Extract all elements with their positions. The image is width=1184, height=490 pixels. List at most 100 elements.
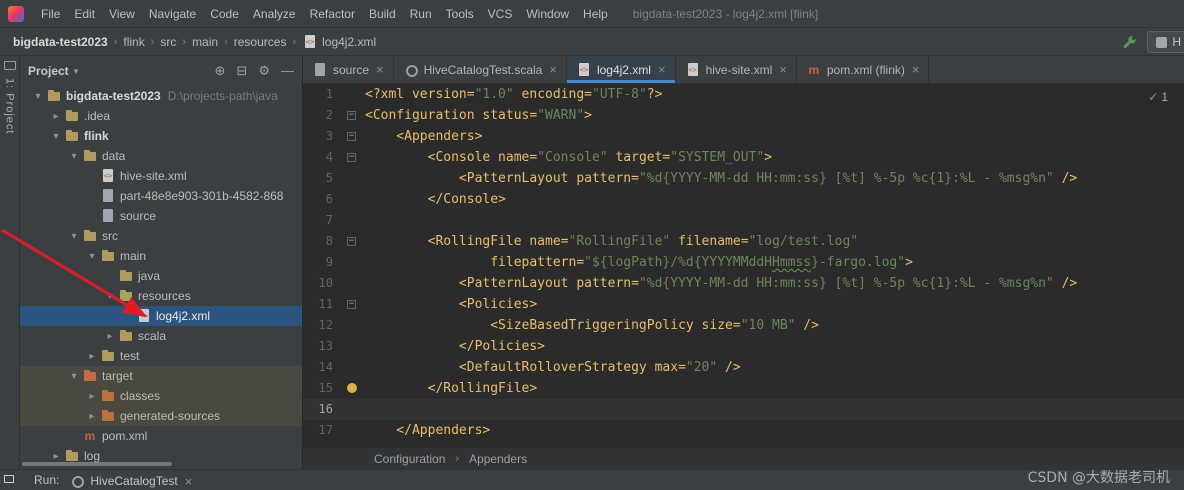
- code-line-9[interactable]: 9 filepattern="${logPath}/%d{YYYYMMddHHm…: [303, 252, 1184, 273]
- build-wrench-icon[interactable]: [1122, 35, 1137, 50]
- menu-refactor[interactable]: Refactor: [303, 4, 362, 24]
- chevron-right-icon[interactable]: ▸: [84, 351, 100, 362]
- menu-tools[interactable]: Tools: [439, 4, 481, 24]
- chevron-down-icon[interactable]: ▾: [48, 131, 64, 142]
- close-icon[interactable]: ×: [376, 62, 384, 77]
- close-icon[interactable]: ×: [912, 62, 920, 77]
- tree-item-classes[interactable]: ▸ classes: [20, 386, 302, 406]
- breadcrumb-item-bigdata-test2023[interactable]: bigdata-test2023: [10, 33, 111, 51]
- code-line-7[interactable]: 7: [303, 210, 1184, 231]
- chevron-down-icon[interactable]: ▾: [84, 251, 100, 262]
- toolwindow-label-project[interactable]: 1: Project: [4, 78, 16, 134]
- intention-bulb-icon[interactable]: [347, 383, 357, 393]
- tree-item-part-48e8e903-301b-4582-868[interactable]: part-48e8e903-301b-4582-868: [20, 186, 302, 206]
- code-line-4[interactable]: 4 − <Console name="Console" target="SYSTE…: [303, 147, 1184, 168]
- code-line-6[interactable]: 6 </Console>: [303, 189, 1184, 210]
- tree-item-test[interactable]: ▸ test: [20, 346, 302, 366]
- inspection-widget[interactable]: ✓ 1: [1148, 90, 1168, 104]
- run-tab[interactable]: HiveCatalogTest ×: [69, 473, 192, 489]
- breadcrumb-item-resources[interactable]: resources: [231, 33, 290, 51]
- chevron-down-icon[interactable]: ▾: [30, 91, 46, 102]
- horizontal-scrollbar[interactable]: [22, 462, 172, 466]
- fold-icon[interactable]: −: [347, 237, 356, 246]
- close-icon[interactable]: ×: [549, 62, 557, 77]
- tab-HiveCatalogTest.scala[interactable]: HiveCatalogTest.scala ×: [394, 56, 567, 83]
- chevron-down-icon[interactable]: ▾: [66, 371, 82, 382]
- settings-icon[interactable]: ⚙: [258, 63, 270, 79]
- tree-item-data[interactable]: ▾ data: [20, 146, 302, 166]
- editor-breadcrumb-Appenders[interactable]: Appenders: [466, 452, 530, 466]
- tree-item-source[interactable]: source: [20, 206, 302, 226]
- code-line-1[interactable]: 1 <?xml version="1.0" encoding="UTF-8"?>: [303, 84, 1184, 105]
- tree-item-pom.xml[interactable]: m pom.xml: [20, 426, 302, 446]
- chevron-down-icon[interactable]: ▾: [66, 231, 82, 242]
- code-line-10[interactable]: 10 <PatternLayout pattern="%d{YYYY-MM-dd…: [303, 273, 1184, 294]
- breadcrumb-item-flink[interactable]: flink: [120, 33, 147, 51]
- menu-code[interactable]: Code: [203, 4, 246, 24]
- menu-analyze[interactable]: Analyze: [246, 4, 303, 24]
- hide-icon[interactable]: —: [281, 63, 294, 79]
- code-line-12[interactable]: 12 <SizeBasedTriggeringPolicy size="10 M…: [303, 315, 1184, 336]
- menu-vcs[interactable]: VCS: [481, 4, 520, 24]
- code-line-2[interactable]: 2 − <Configuration status="WARN">: [303, 105, 1184, 126]
- chevron-right-icon[interactable]: ▸: [84, 391, 100, 402]
- collapse-all-icon[interactable]: ⊟: [236, 63, 247, 79]
- menu-edit[interactable]: Edit: [67, 4, 102, 24]
- chevron-right-icon[interactable]: ▸: [48, 451, 64, 462]
- menu-file[interactable]: File: [34, 4, 67, 24]
- project-panel-title[interactable]: Project: [28, 64, 69, 78]
- code-line-17[interactable]: 17 </Appenders>: [303, 420, 1184, 441]
- tree-item-target[interactable]: ▾ target: [20, 366, 302, 386]
- editor-breadcrumb-Configuration[interactable]: Configuration: [371, 452, 448, 466]
- tree-item-scala[interactable]: ▸ scala: [20, 326, 302, 346]
- code-line-5[interactable]: 5 <PatternLayout pattern="%d{YYYY-MM-dd …: [303, 168, 1184, 189]
- fold-icon[interactable]: −: [347, 132, 356, 141]
- menu-navigate[interactable]: Navigate: [142, 4, 203, 24]
- tree-item-main[interactable]: ▾ main: [20, 246, 302, 266]
- chevron-right-icon[interactable]: ▸: [84, 411, 100, 422]
- editor-code[interactable]: 1 <?xml version="1.0" encoding="UTF-8"?> 2…: [303, 84, 1184, 447]
- chevron-right-icon[interactable]: ▸: [102, 331, 118, 342]
- breadcrumb-item-src[interactable]: src: [157, 33, 179, 51]
- tree-item-bigdata-test2023[interactable]: ▾ bigdata-test2023 D:\projects-path\java: [20, 86, 302, 106]
- chevron-right-icon[interactable]: ▸: [48, 111, 64, 122]
- tab-pom.xml (flink)[interactable]: m pom.xml (flink) ×: [797, 56, 930, 83]
- tab-log4j2.xml[interactable]: log4j2.xml ×: [566, 56, 676, 83]
- run-configuration-selector[interactable]: H: [1147, 31, 1184, 53]
- tree-item-flink[interactable]: ▾ flink: [20, 126, 302, 146]
- close-icon[interactable]: ×: [185, 474, 193, 489]
- tree-item-resources[interactable]: ▾ resources: [20, 286, 302, 306]
- code-line-13[interactable]: 13 </Policies>: [303, 336, 1184, 357]
- chevron-down-icon[interactable]: ▾: [102, 291, 118, 302]
- code-line-15[interactable]: 15 </RollingFile>: [303, 378, 1184, 399]
- tree-item-hive-site.xml[interactable]: hive-site.xml: [20, 166, 302, 186]
- tree-item-generated-sources[interactable]: ▸ generated-sources: [20, 406, 302, 426]
- code-line-11[interactable]: 11 − <Policies>: [303, 294, 1184, 315]
- code-line-3[interactable]: 3 − <Appenders>: [303, 126, 1184, 147]
- code-line-8[interactable]: 8 − <RollingFile name="RollingFile" filen…: [303, 231, 1184, 252]
- menu-view[interactable]: View: [102, 4, 142, 24]
- chevron-down-icon[interactable]: ▾: [74, 66, 79, 77]
- project-toolwindow-icon[interactable]: [3, 61, 16, 70]
- fold-icon[interactable]: −: [347, 111, 356, 120]
- tree-item-log4j2.xml[interactable]: log4j2.xml: [20, 306, 302, 326]
- menu-window[interactable]: Window: [519, 4, 576, 24]
- tree-item-java[interactable]: java: [20, 266, 302, 286]
- fold-icon[interactable]: −: [347, 300, 356, 309]
- breadcrumb-item-main[interactable]: main: [189, 33, 221, 51]
- tab-source[interactable]: source ×: [303, 56, 394, 83]
- close-icon[interactable]: ×: [779, 62, 787, 77]
- menu-run[interactable]: Run: [403, 4, 439, 24]
- menu-build[interactable]: Build: [362, 4, 403, 24]
- code-line-16[interactable]: 16: [303, 399, 1184, 420]
- chevron-down-icon[interactable]: ▾: [66, 151, 82, 162]
- fold-icon[interactable]: −: [347, 153, 356, 162]
- tree-item-.idea[interactable]: ▸ .idea: [20, 106, 302, 126]
- code-line-14[interactable]: 14 <DefaultRolloverStrategy max="20" />: [303, 357, 1184, 378]
- close-icon[interactable]: ×: [658, 62, 666, 77]
- window-icon[interactable]: [4, 475, 14, 483]
- menu-help[interactable]: Help: [576, 4, 615, 24]
- locate-icon[interactable]: ⊕: [215, 63, 226, 79]
- breadcrumb-item-log4j2.xml[interactable]: log4j2.xml: [299, 32, 379, 52]
- tab-hive-site.xml[interactable]: hive-site.xml ×: [676, 56, 797, 83]
